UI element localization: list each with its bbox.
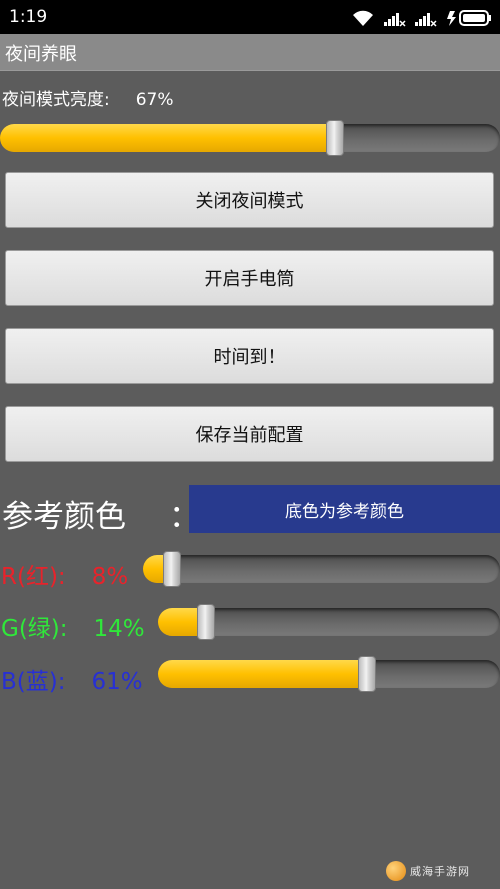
brightness-slider-fill [0,124,335,152]
brightness-slider[interactable] [0,120,500,156]
signal-2-icon [415,9,437,27]
blue-value: 61% [91,669,143,695]
main-content: 夜间模式亮度: 67% 关闭夜间模式 开启手电筒 时间到！ 保存当前配置 参考颜色… [0,71,500,889]
green-label: G(绿): [1,616,68,642]
flashlight-button[interactable]: 开启手电筒 [5,250,494,306]
red-value: 8% [91,564,129,590]
status-time: 1:19 [9,7,48,27]
title-bar: 夜间养眼 [0,34,500,71]
wifi-icon [351,9,375,27]
blue-slider-fill [158,660,367,688]
brightness-label: 夜间模式亮度: [2,90,110,110]
status-bar: 1:19 [0,0,500,34]
time-up-button[interactable]: 时间到！ [5,328,494,384]
app-title: 夜间养眼 [5,44,77,65]
close-night-mode-button[interactable]: 关闭夜间模式 [5,172,494,228]
status-icons [351,7,492,29]
green-label-row: G(绿): 14% [1,609,145,643]
green-slider-thumb[interactable] [196,604,215,640]
blue-label: B(蓝): [1,669,66,695]
green-slider[interactable] [158,604,500,640]
watermark-text: 威海手游网 [410,865,470,878]
brightness-value: 67% [135,90,174,110]
red-label-row: R(红): 8% [1,557,128,591]
brightness-label-row: 夜间模式亮度: 67% [2,85,174,110]
red-slider-thumb[interactable] [162,551,181,587]
signal-1-icon [384,9,406,27]
save-config-button[interactable]: 保存当前配置 [5,406,494,462]
watermark: 威海手游网 [386,858,498,884]
blue-slider[interactable] [158,656,500,692]
red-slider[interactable] [143,551,500,587]
reference-color-swatch[interactable]: 底色为参考颜色 [189,485,500,533]
brightness-slider-thumb[interactable] [326,120,344,156]
blue-slider-thumb[interactable] [357,656,376,692]
battery-charging-icon [446,9,492,27]
blue-label-row: B(蓝): 61% [1,662,143,696]
reference-color-label: 参考颜色 [2,499,126,535]
red-label: R(红): [1,564,66,590]
green-value: 14% [93,616,145,642]
watermark-logo-icon [386,861,406,881]
